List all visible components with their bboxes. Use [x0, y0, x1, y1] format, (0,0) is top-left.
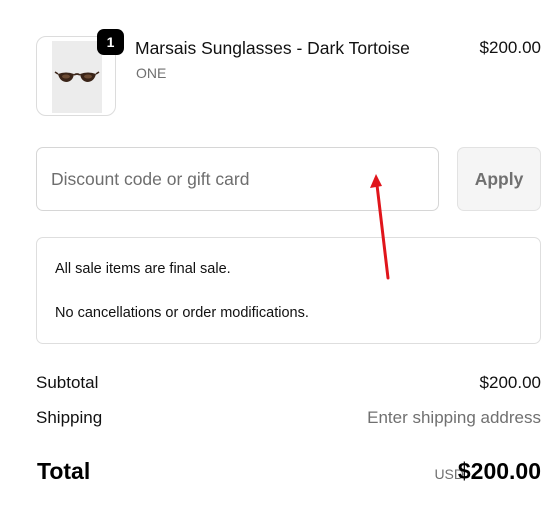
sunglasses-icon	[54, 71, 100, 82]
notice-no-cancellations: No cancellations or order modifications.	[55, 305, 309, 321]
product-name: Marsais Sunglasses - Dark Tortoise	[135, 38, 410, 58]
shipping-label: Shipping	[36, 408, 103, 427]
notice-final-sale: All sale items are final sale.	[55, 261, 231, 277]
discount-code-input[interactable]	[36, 147, 439, 211]
sale-notice-box: All sale items are final sale. No cancel…	[36, 237, 541, 344]
quantity-badge: 1	[97, 29, 124, 55]
subtotal-value: $200.00	[479, 373, 541, 392]
product-variant: ONE	[136, 65, 167, 81]
shipping-value: Enter shipping address	[367, 408, 541, 427]
product-price: $200.00	[479, 38, 541, 57]
subtotal-label: Subtotal	[36, 373, 99, 392]
total-amount: $200.00	[457, 458, 541, 484]
apply-button[interactable]: Apply	[457, 147, 541, 211]
product-image	[52, 41, 102, 113]
total-label: Total	[37, 458, 91, 484]
